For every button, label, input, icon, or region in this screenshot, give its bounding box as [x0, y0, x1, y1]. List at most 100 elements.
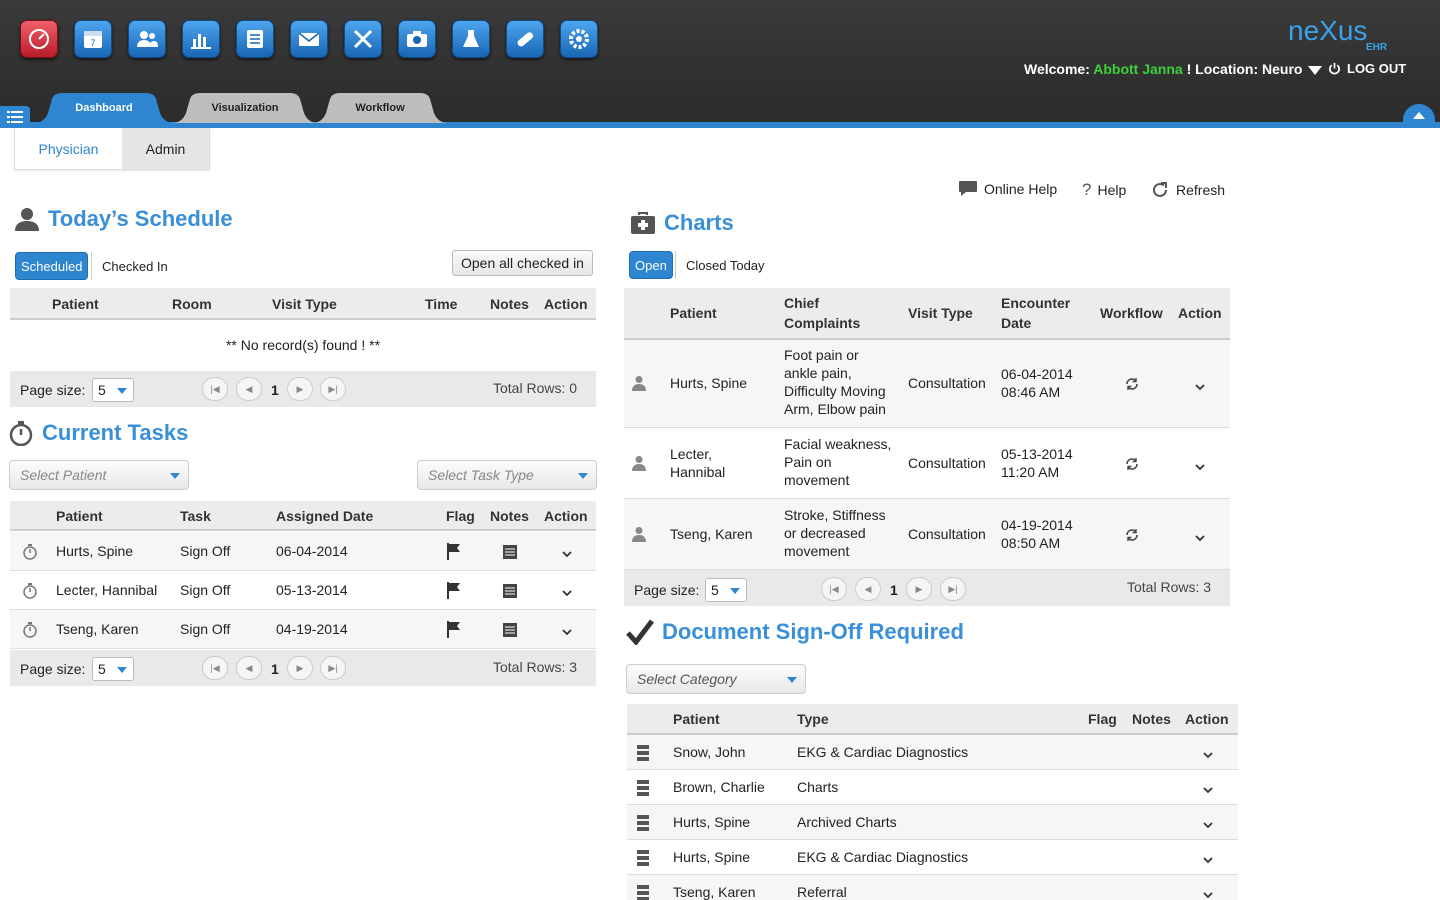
signoff-patient[interactable]: Hurts, Spine: [673, 849, 750, 865]
prev-page-button[interactable]: ◀: [855, 577, 881, 601]
last-page-button[interactable]: ▶|: [320, 377, 346, 401]
row-action[interactable]: [1195, 379, 1205, 395]
chevron-down-icon[interactable]: [1203, 820, 1213, 830]
current-page: 1: [890, 582, 898, 598]
tab-visualization[interactable]: Visualization: [172, 93, 318, 123]
signoff-patient[interactable]: Snow, John: [673, 744, 745, 760]
schedule-page-size-select[interactable]: 5: [92, 378, 134, 402]
filter-closed-today[interactable]: Closed Today: [675, 251, 770, 279]
tab-workflow[interactable]: Workflow: [312, 93, 448, 123]
calendar-button[interactable]: 7: [74, 20, 112, 58]
signoff-patient[interactable]: Brown, Charlie: [673, 779, 765, 795]
task-patient[interactable]: Lecter, Hannibal: [56, 582, 157, 598]
charts-page-size-select[interactable]: 5: [705, 578, 747, 602]
row-action[interactable]: [1203, 782, 1213, 798]
signoff-patient[interactable]: Hurts, Spine: [673, 814, 750, 830]
row-action[interactable]: [1203, 887, 1213, 900]
chevron-down-icon[interactable]: [1203, 855, 1213, 865]
filter-scheduled[interactable]: Scheduled: [15, 252, 89, 280]
first-page-button[interactable]: |◀: [202, 377, 228, 401]
table-row: Lecter, Hannibal Facial weakness, Pain on mo…: [624, 428, 1230, 499]
filter-checked-in[interactable]: Checked In: [91, 252, 173, 280]
chevron-down-icon[interactable]: [1203, 785, 1213, 795]
notes-icon[interactable]: [502, 543, 518, 562]
notes-icon[interactable]: [502, 582, 518, 601]
prev-page-button[interactable]: ◀: [236, 377, 262, 401]
bandage-button[interactable]: [506, 20, 544, 58]
row-action[interactable]: [1203, 747, 1213, 763]
menu-list-button[interactable]: [0, 106, 30, 128]
row-action[interactable]: [562, 624, 572, 640]
chevron-down-icon[interactable]: [1195, 382, 1205, 392]
next-page-button[interactable]: ▶: [287, 377, 313, 401]
task-patient[interactable]: Hurts, Spine: [56, 543, 133, 559]
flag-icon[interactable]: [446, 581, 462, 602]
lab-flask-button[interactable]: [452, 20, 490, 58]
last-page-button[interactable]: ▶|: [940, 577, 966, 601]
chevron-down-icon[interactable]: [562, 549, 572, 559]
camera-button[interactable]: [398, 20, 436, 58]
subtab-admin[interactable]: Admin: [122, 128, 209, 169]
row-action[interactable]: [1203, 852, 1213, 868]
chevron-down-icon[interactable]: [1203, 890, 1213, 900]
row-action[interactable]: [562, 546, 572, 562]
next-page-button[interactable]: ▶: [906, 577, 932, 601]
select-patient-dropdown[interactable]: Select Patient: [9, 460, 189, 490]
current-page: 1: [271, 661, 279, 677]
notes-icon[interactable]: [502, 621, 518, 640]
row-action[interactable]: [562, 585, 572, 601]
logout-button[interactable]: LOG OUT: [1328, 61, 1406, 76]
workflow-refresh-icon[interactable]: [1124, 456, 1140, 475]
online-help-link[interactable]: Online Help: [958, 180, 1057, 198]
tasks-pager: Page size: 5 |◀ ◀ 1 ▶ ▶| Total Rows: 3: [10, 650, 596, 686]
chevron-down-icon: [787, 677, 797, 683]
chevron-down-icon[interactable]: [562, 627, 572, 637]
last-page-button[interactable]: ▶|: [320, 656, 346, 680]
workflow-refresh-icon[interactable]: [1124, 527, 1140, 546]
flag-icon[interactable]: [446, 542, 462, 563]
chevron-down-icon[interactable]: [1195, 462, 1205, 472]
row-action[interactable]: [1203, 817, 1213, 833]
chart-patient[interactable]: Tseng, Karen: [670, 526, 753, 542]
chevron-down-icon[interactable]: [562, 588, 572, 598]
notes-list-button[interactable]: [236, 20, 274, 58]
chevron-down-icon[interactable]: [1203, 750, 1213, 760]
signoff-patient[interactable]: Tseng, Karen: [673, 884, 756, 900]
subtab-physician[interactable]: Physician: [15, 128, 122, 169]
location-label[interactable]: ! Location: Neuro: [1187, 61, 1303, 77]
chief-complaint: Facial weakness,: [784, 435, 892, 452]
location-caret-icon[interactable]: [1308, 65, 1323, 75]
select-task-type-dropdown[interactable]: Select Task Type: [417, 460, 597, 490]
schedule-pager: Page size: 5 |◀ ◀ 1 ▶ ▶| Total Rows: 0: [10, 371, 596, 407]
dashboard-gauge-button[interactable]: [20, 20, 58, 58]
settings-gear-button[interactable]: [560, 20, 598, 58]
patients-button[interactable]: [128, 20, 166, 58]
filter-open[interactable]: Open: [629, 251, 673, 279]
chart-patient[interactable]: Hannibal: [670, 464, 725, 480]
mail-button[interactable]: [290, 20, 328, 58]
next-page-button[interactable]: ▶: [287, 656, 313, 680]
select-category-dropdown[interactable]: Select Category: [626, 664, 806, 694]
first-page-button[interactable]: |◀: [202, 656, 228, 680]
row-action[interactable]: [1195, 530, 1205, 546]
mail-icon: [298, 32, 320, 46]
help-link[interactable]: ? Help: [1082, 180, 1126, 200]
tab-dashboard[interactable]: Dashboard: [34, 93, 174, 123]
refresh-link[interactable]: Refresh: [1150, 180, 1225, 200]
chevron-down-icon[interactable]: [1195, 533, 1205, 543]
first-page-button[interactable]: |◀: [821, 577, 847, 601]
svg-text:neXus: neXus: [1288, 15, 1367, 46]
workflow-refresh-icon[interactable]: [1124, 376, 1140, 395]
user-name[interactable]: Abbott Janna: [1093, 61, 1182, 77]
chart-patient[interactable]: Lecter,: [670, 446, 712, 462]
chief-complaint: movement: [784, 471, 850, 488]
task-patient[interactable]: Tseng, Karen: [56, 621, 139, 637]
tools-button[interactable]: [344, 20, 382, 58]
chart-patient[interactable]: Hurts, Spine: [670, 375, 747, 391]
row-action[interactable]: [1195, 459, 1205, 475]
reports-chart-button[interactable]: [182, 20, 220, 58]
open-all-checked-in-button[interactable]: Open all checked in: [452, 250, 593, 276]
prev-page-button[interactable]: ◀: [236, 656, 262, 680]
tasks-page-size-select[interactable]: 5: [92, 657, 134, 681]
flag-icon[interactable]: [446, 620, 462, 641]
